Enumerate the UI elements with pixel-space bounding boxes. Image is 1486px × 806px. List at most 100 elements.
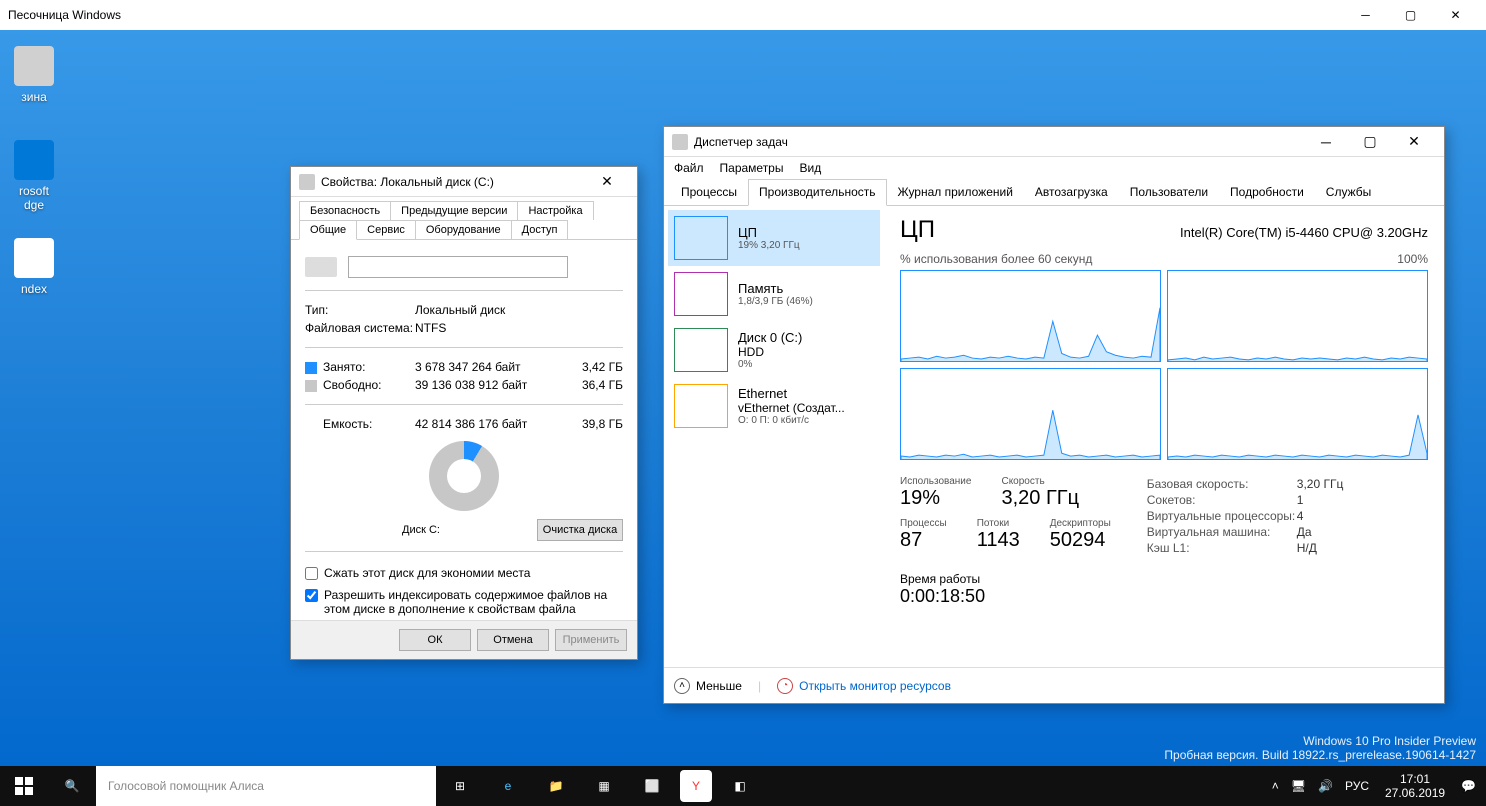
- task-manager-titlebar[interactable]: Диспетчер задач ─ ▢ ✕: [664, 127, 1444, 157]
- cpu-chart-1: [1167, 270, 1428, 362]
- desktop-icon[interactable]: зина: [4, 46, 64, 104]
- task-manager-window: Диспетчер задач ─ ▢ ✕ Файл Параметры Вид П…: [663, 126, 1445, 704]
- cpu-spec: Intel(R) Core(TM) i5-4460 CPU@ 3.20GHz: [1180, 225, 1428, 240]
- compress-checkbox[interactable]: Сжать этот диск для экономии места: [305, 562, 623, 584]
- fs-label: Файловая система:: [305, 321, 415, 335]
- tm-close-button[interactable]: ✕: [1392, 128, 1436, 156]
- drive-icon: [299, 174, 315, 190]
- properties-tab[interactable]: Настройка: [517, 201, 593, 220]
- task-manager-tab[interactable]: Автозагрузка: [1024, 179, 1119, 205]
- processes-value: 87: [900, 529, 947, 552]
- tm-minimize-button[interactable]: ─: [1304, 128, 1348, 156]
- ok-button[interactable]: ОК: [399, 629, 471, 651]
- maximize-button[interactable]: ▢: [1388, 0, 1433, 30]
- tm-maximize-button[interactable]: ▢: [1348, 128, 1392, 156]
- open-resource-monitor-link[interactable]: ◔Открыть монитор ресурсов: [777, 678, 951, 694]
- desktop-icon[interactable]: rosoftdge: [4, 140, 64, 212]
- perf-sidebar-item-cpu[interactable]: ЦП19% 3,20 ГГц: [668, 210, 880, 266]
- taskbar-explorer[interactable]: 📁: [532, 766, 580, 806]
- capacity-gb: 39,8 ГБ: [563, 417, 623, 431]
- menu-item[interactable]: Файл: [674, 161, 704, 175]
- properties-tab[interactable]: Предыдущие версии: [390, 201, 518, 220]
- close-button[interactable]: ✕: [1433, 0, 1478, 30]
- taskbar: 🔍 Голосовой помощник Алиса ⊞ e 📁 ▦ ⬜ Y ◧…: [0, 766, 1486, 806]
- free-gb: 36,4 ГБ: [563, 378, 623, 392]
- properties-tab[interactable]: Сервис: [356, 220, 416, 239]
- disk-cleanup-button[interactable]: Очистка диска: [537, 519, 623, 541]
- cancel-button[interactable]: Отмена: [477, 629, 549, 651]
- chart-ylabel: 100%: [1397, 252, 1428, 266]
- tray-network-icon[interactable]: 🖥: [1287, 779, 1310, 793]
- used-bytes: 3 678 347 264 байт: [415, 360, 563, 374]
- cpu-heading: ЦП: [900, 216, 935, 244]
- search-input[interactable]: Голосовой помощник Алиса: [96, 766, 436, 806]
- task-manager-icon: [672, 134, 688, 150]
- chart-xlabel: % использования более 60 секунд: [900, 252, 1092, 266]
- start-button[interactable]: [0, 766, 48, 806]
- cpu-charts: [900, 270, 1428, 460]
- task-manager-menubar: Файл Параметры Вид: [664, 157, 1444, 179]
- task-view-button[interactable]: ⊞: [436, 766, 484, 806]
- fewer-details-button[interactable]: ˄Меньше: [674, 678, 742, 694]
- mini-chart-icon: [674, 384, 728, 428]
- cpu-speed-value: 3,20 ГГц: [1001, 487, 1079, 510]
- fs-value: NTFS: [415, 321, 623, 335]
- apply-button[interactable]: Применить: [555, 629, 627, 651]
- type-value: Локальный диск: [415, 303, 623, 317]
- cpu-chart-0: [900, 270, 1161, 362]
- index-checkbox[interactable]: Разрешить индексировать содержимое файло…: [305, 584, 623, 620]
- tray-volume-icon[interactable]: 🔊: [1314, 779, 1337, 793]
- menu-item[interactable]: Параметры: [720, 161, 784, 175]
- taskbar-app1[interactable]: ▦: [580, 766, 628, 806]
- task-manager-tab[interactable]: Подробности: [1219, 179, 1315, 205]
- task-manager-tab[interactable]: Производительность: [748, 179, 886, 206]
- handles-value: 50294: [1050, 529, 1111, 552]
- used-gb: 3,42 ГБ: [563, 360, 623, 374]
- properties-tab[interactable]: Доступ: [511, 220, 569, 239]
- properties-tab[interactable]: Общие: [299, 220, 357, 240]
- type-label: Тип:: [305, 303, 415, 317]
- disk-label: Диск C:: [305, 524, 537, 536]
- tray-clock[interactable]: 17:0127.06.2019: [1377, 772, 1453, 801]
- task-manager-tab[interactable]: Процессы: [670, 179, 748, 205]
- task-manager-tab[interactable]: Службы: [1315, 179, 1382, 205]
- menu-item[interactable]: Вид: [799, 161, 821, 175]
- taskbar-edge[interactable]: e: [484, 766, 532, 806]
- usage-donut-chart: [429, 441, 499, 511]
- search-icon[interactable]: 🔍: [48, 766, 96, 806]
- properties-close-button[interactable]: ✕: [585, 168, 629, 196]
- threads-value: 1143: [977, 529, 1020, 552]
- desktop-icon[interactable]: ndex: [4, 238, 64, 296]
- task-manager-tab[interactable]: Пользователи: [1119, 179, 1219, 205]
- cpu-usage-value: 19%: [900, 487, 971, 510]
- minimize-button[interactable]: ─: [1343, 0, 1388, 30]
- taskbar-app3[interactable]: ◧: [716, 766, 764, 806]
- free-swatch: [305, 380, 317, 392]
- properties-tabs: БезопасностьПредыдущие версииНастройка О…: [291, 197, 637, 240]
- capacity-bytes: 42 814 386 176 байт: [415, 417, 563, 431]
- task-manager-tab[interactable]: Журнал приложений: [887, 179, 1024, 205]
- properties-titlebar[interactable]: Свойства: Локальный диск (C:) ✕: [291, 167, 637, 197]
- uptime-value: 0:00:18:50: [900, 586, 1111, 607]
- properties-tab[interactable]: Безопасность: [299, 201, 391, 220]
- taskbar-app2[interactable]: ⬜: [628, 766, 676, 806]
- watermark-line1: Windows 10 Pro Insider Preview: [1164, 734, 1476, 748]
- tray-chevron-icon[interactable]: ˄: [1268, 779, 1283, 793]
- properties-tab[interactable]: Оборудование: [415, 220, 512, 239]
- perf-sidebar-item-disk[interactable]: Диск 0 (C:)HDD0%: [668, 322, 880, 378]
- cpu-details: Базовая скорость:3,20 ГГцСокетов:1Виртуа…: [1147, 476, 1344, 607]
- drive-name-input[interactable]: [348, 256, 568, 278]
- watermark-line2: Пробная версия. Build 18922.rs_prereleas…: [1164, 748, 1476, 762]
- free-bytes: 39 136 038 912 байт: [415, 378, 563, 392]
- perf-sidebar-item-eth[interactable]: EthernetvEthernet (Создат...О: 0 П: 0 кб…: [668, 378, 880, 434]
- tray-notifications-icon[interactable]: 💬: [1457, 779, 1480, 793]
- performance-sidebar: ЦП19% 3,20 ГГцПамять1,8/3,9 ГБ (46%)Диск…: [664, 206, 884, 660]
- sandbox-title-text: Песочница Windows: [8, 8, 121, 22]
- tray-language[interactable]: РУС: [1341, 779, 1373, 793]
- cpu-chart-3: [1167, 368, 1428, 460]
- chevron-up-icon: ˄: [674, 678, 690, 694]
- taskbar-yandex[interactable]: Y: [680, 770, 712, 802]
- properties-title: Свойства: Локальный диск (C:): [321, 175, 585, 189]
- mini-chart-icon: [674, 272, 728, 316]
- perf-sidebar-item-mem[interactable]: Память1,8/3,9 ГБ (46%): [668, 266, 880, 322]
